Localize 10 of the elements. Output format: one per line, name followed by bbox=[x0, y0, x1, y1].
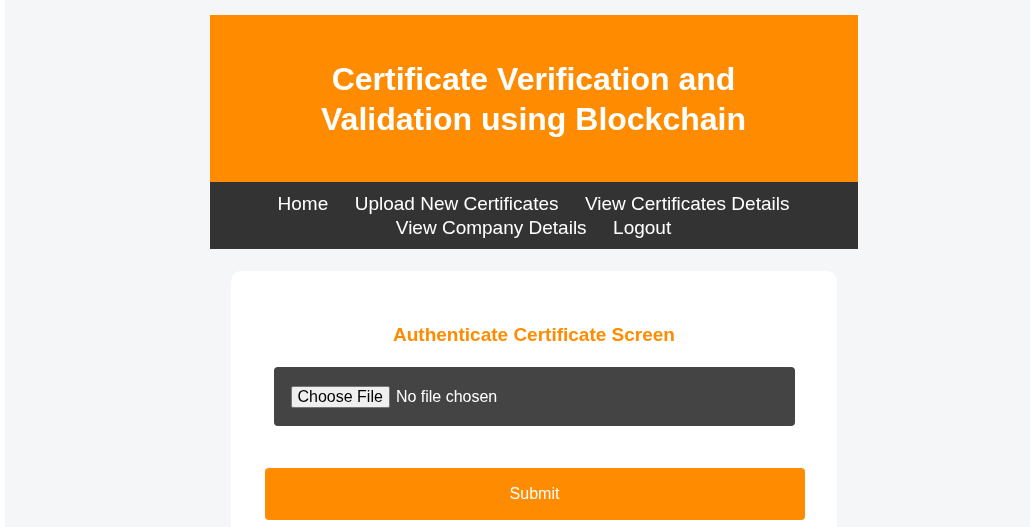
file-status: No file chosen bbox=[395, 387, 498, 406]
nav-link[interactable]: Logout bbox=[613, 216, 672, 239]
file-input[interactable]: Choose File No file chosen bbox=[273, 367, 795, 426]
nav-link[interactable]: View Certificates Details bbox=[584, 192, 790, 215]
nav-link[interactable]: Upload New Certificates bbox=[354, 192, 559, 215]
choose-file-button[interactable]: Choose File bbox=[290, 385, 390, 408]
nav-link[interactable]: Home bbox=[277, 192, 329, 215]
site-title: Certificate Verification and Validation using Blockchain bbox=[320, 59, 747, 139]
nav-link[interactable]: View Company Details bbox=[395, 216, 587, 239]
form-heading: Authenticate Certificate Screen bbox=[392, 323, 676, 347]
